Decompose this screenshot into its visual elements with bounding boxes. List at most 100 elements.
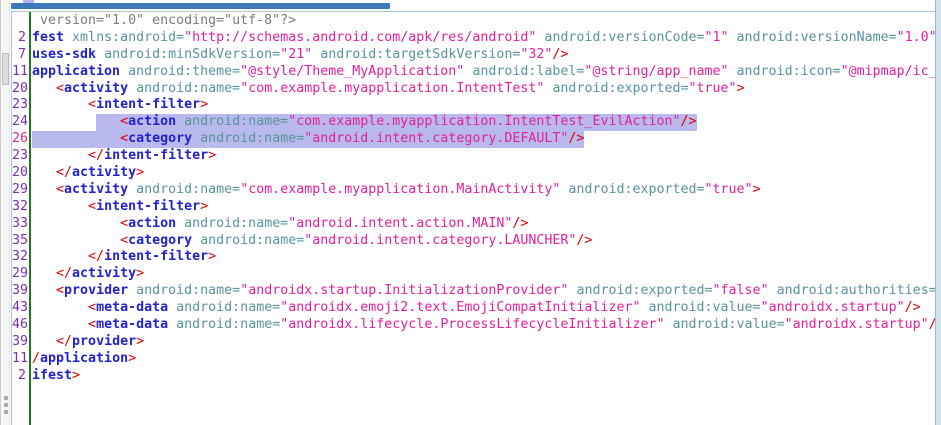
code-line: application android:theme="@style/Theme_… bbox=[32, 64, 935, 81]
code-token: "@mipmap/ic_ bbox=[841, 64, 935, 79]
code-line: <action android:name="android.intent.act… bbox=[32, 216, 935, 233]
code-token: android:name= bbox=[200, 233, 304, 248]
code-token: application bbox=[40, 351, 128, 366]
left-scrollbar-rail[interactable] bbox=[0, 0, 10, 425]
code-token: xmlns:android= bbox=[72, 30, 184, 45]
code-token: > bbox=[200, 199, 208, 214]
code-token: activity bbox=[72, 266, 136, 281]
selection-highlight: <category android:name="android.intent.c… bbox=[32, 131, 584, 148]
code-token: "androidx.startup" bbox=[785, 317, 929, 332]
code-token: /> bbox=[512, 216, 528, 231]
code-token: fest bbox=[32, 30, 64, 45]
code-token bbox=[64, 30, 72, 45]
code-token bbox=[168, 317, 176, 332]
code-token bbox=[32, 300, 88, 315]
line-number: 20 bbox=[12, 165, 29, 182]
code-line: version="1.0" encoding="utf-8"?> bbox=[32, 13, 935, 30]
code-token: > bbox=[128, 351, 136, 366]
code-token: provider bbox=[72, 334, 136, 349]
code-token: version="1.0" encoding="utf-8"?> bbox=[32, 13, 296, 28]
line-number: 29 bbox=[12, 182, 29, 199]
code-token: /> bbox=[681, 114, 697, 129]
code-token: </ bbox=[88, 148, 104, 163]
code-token: "false" bbox=[713, 283, 769, 298]
code-token bbox=[32, 266, 56, 281]
code-token: < bbox=[120, 216, 128, 231]
code-token: "21" bbox=[280, 47, 312, 62]
code-token: action bbox=[128, 114, 176, 129]
code-line: <action android:name="com.example.myappl… bbox=[32, 114, 935, 131]
code-token bbox=[729, 64, 737, 79]
code-token: > bbox=[136, 165, 144, 180]
line-number: 39 bbox=[12, 283, 29, 300]
code-token bbox=[32, 182, 56, 197]
code-token bbox=[32, 114, 96, 129]
code-token: "androidx.startup.InitializationProvider… bbox=[240, 283, 568, 298]
code-area[interactable]: version="1.0" encoding="utf-8"?> fest xml… bbox=[31, 12, 935, 425]
code-token: android:name= bbox=[176, 317, 280, 332]
code-token bbox=[96, 114, 120, 129]
code-token: /> bbox=[905, 300, 921, 315]
code-token: android:label= bbox=[472, 64, 584, 79]
code-token bbox=[176, 114, 184, 129]
line-number: 2 bbox=[12, 368, 29, 385]
code-token bbox=[176, 216, 184, 231]
code-line: <category android:name="android.intent.c… bbox=[32, 131, 935, 148]
code-token: ifest bbox=[32, 368, 72, 383]
line-number: 23 bbox=[12, 97, 29, 114]
code-token: android:name= bbox=[184, 114, 288, 129]
code-token: android:name= bbox=[136, 81, 240, 96]
code-token: / bbox=[32, 351, 40, 366]
code-token: > bbox=[72, 368, 80, 383]
code-token bbox=[32, 148, 88, 163]
code-token: /> bbox=[568, 131, 584, 146]
selection-highlight: <action android:name="com.example.myappl… bbox=[96, 114, 696, 131]
code-token: android:exported= bbox=[552, 81, 688, 96]
code-token: android:theme= bbox=[128, 64, 240, 79]
code-token bbox=[32, 131, 120, 146]
code-token: provider bbox=[64, 283, 128, 298]
code-line: <provider android:name="androidx.startup… bbox=[32, 283, 935, 300]
grip-dots-icon[interactable] bbox=[1, 396, 10, 414]
code-token: "true" bbox=[689, 81, 737, 96]
code-token: > bbox=[208, 249, 216, 264]
horizontal-scrollbar[interactable] bbox=[11, 3, 390, 9]
code-token bbox=[32, 317, 88, 332]
code-token bbox=[32, 97, 88, 112]
code-token: > bbox=[136, 334, 144, 349]
code-token: < bbox=[88, 199, 96, 214]
code-token: </ bbox=[88, 249, 104, 264]
code-token: "32" bbox=[520, 47, 552, 62]
code-token: < bbox=[56, 81, 64, 96]
code-token: < bbox=[88, 317, 96, 332]
line-number: 39 bbox=[12, 334, 29, 351]
code-token: category bbox=[128, 233, 192, 248]
left-scrollbar-thumb[interactable] bbox=[2, 53, 9, 85]
code-token: intent-filter bbox=[104, 148, 208, 163]
line-number: 24 bbox=[12, 114, 29, 131]
code-line: </activity> bbox=[32, 165, 935, 182]
code-token bbox=[32, 233, 120, 248]
code-token bbox=[32, 81, 56, 96]
code-token: < bbox=[120, 114, 128, 129]
code-token: < bbox=[88, 97, 96, 112]
code-line: </intent-filter> bbox=[32, 249, 935, 266]
code-token: </ bbox=[56, 165, 72, 180]
code-token: /> bbox=[552, 47, 568, 62]
code-line: </intent-filter> bbox=[32, 148, 935, 165]
line-number: 20 bbox=[12, 81, 29, 98]
code-token: "android.intent.category.DEFAULT" bbox=[304, 131, 568, 146]
code-token bbox=[168, 300, 176, 315]
vertical-scrollbar[interactable] bbox=[935, 0, 941, 425]
code-token: "1.0" bbox=[897, 30, 935, 45]
code-token: < bbox=[120, 233, 128, 248]
code-token: < bbox=[56, 283, 64, 298]
code-token: uses-sdk bbox=[32, 47, 96, 62]
line-number: 43 bbox=[12, 300, 29, 317]
code-line: <activity android:name="com.example.myap… bbox=[32, 81, 935, 98]
code-token: "http://schemas.android.com/apk/res/andr… bbox=[184, 30, 536, 45]
line-number: 35 bbox=[12, 233, 29, 250]
code-token: android:value= bbox=[648, 300, 760, 315]
code-token: "true" bbox=[705, 182, 753, 197]
code-token bbox=[32, 199, 88, 214]
